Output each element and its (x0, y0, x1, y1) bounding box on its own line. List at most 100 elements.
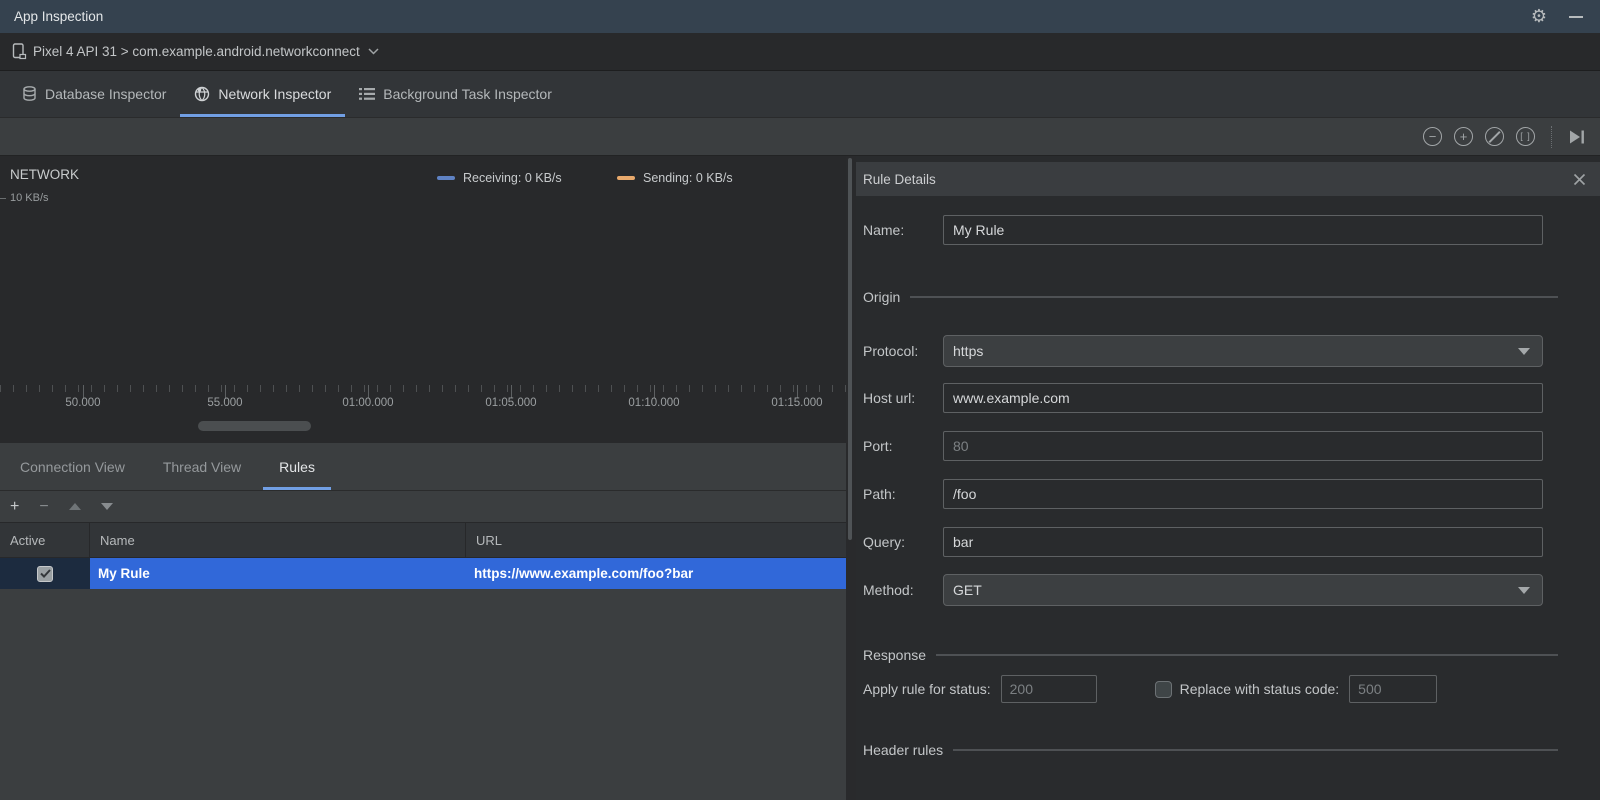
globe-icon (195, 86, 210, 102)
protocol-label: Protocol: (863, 343, 919, 359)
path-row: Path: (863, 478, 1543, 510)
path-field[interactable] (943, 479, 1543, 509)
dropdown-arrow-icon (1518, 586, 1530, 594)
move-down-icon[interactable] (100, 503, 113, 510)
toolbar-separator (1551, 125, 1552, 148)
tab-label: Connection View (20, 458, 125, 475)
close-icon[interactable] (1573, 173, 1586, 186)
tab-thread-view[interactable]: Thread View (147, 443, 257, 490)
jump-to-live-icon[interactable] (1568, 129, 1586, 145)
device-process-selector[interactable]: Pixel 4 API 31 > com.example.android.net… (0, 33, 1600, 71)
tick-label: 01:00.000 (342, 397, 394, 409)
selected-method: GET (953, 582, 982, 598)
query-field[interactable] (943, 527, 1543, 557)
minimize-icon[interactable] (1569, 15, 1583, 18)
legend-sending: Sending: 0 KB/s (617, 171, 733, 185)
apply-status-field[interactable] (1000, 675, 1097, 703)
tab-label: Rules (279, 458, 315, 475)
name-label: Name: (863, 222, 905, 238)
tab-label: Database Inspector (45, 86, 167, 102)
tab-label: Network Inspector (218, 86, 332, 102)
rule-details-panel: Rule Details Name: Origin Protocol: http… (856, 156, 1600, 800)
sending-color-swatch (617, 176, 635, 180)
name-field[interactable] (943, 215, 1543, 245)
panel-title: Rule Details (863, 171, 936, 187)
table-header: Active Name URL (0, 522, 846, 558)
host-row: Host url: (863, 382, 1543, 414)
port-field[interactable] (943, 431, 1543, 461)
replace-status-checkbox[interactable] (1154, 680, 1172, 698)
timeline-minor-ticks (0, 385, 846, 392)
tab-network-inspector[interactable]: Network Inspector (180, 71, 346, 117)
chevron-down-icon (368, 48, 379, 55)
inspector-tab-bar: Database Inspector Network Inspector Bac… (0, 71, 1600, 117)
device-process-label: Pixel 4 API 31 > com.example.android.net… (33, 44, 360, 59)
add-rule-icon[interactable]: + (10, 498, 19, 515)
tab-database-inspector[interactable]: Database Inspector (8, 71, 180, 117)
path-label: Path: (863, 486, 896, 502)
receiving-color-swatch (437, 176, 455, 180)
protocol-row: Protocol: https (863, 335, 1543, 367)
response-status-row: Apply rule for status: Replace with stat… (863, 674, 1438, 704)
method-label: Method: (863, 582, 914, 598)
active-checkbox[interactable] (37, 565, 53, 582)
tick-label: 55.000 (207, 397, 243, 409)
query-row: Query: (863, 526, 1543, 558)
rule-url-cell: https://www.example.com/foo?bar (466, 558, 846, 589)
column-header-active[interactable]: Active (0, 523, 90, 557)
task-list-icon (359, 88, 376, 100)
section-title: Origin (863, 289, 901, 305)
network-chart[interactable]: NETWORK 10 KB/s Receiving: 0 KB/s Sendin… (0, 156, 846, 443)
legend-label: Receiving: 0 KB/s (463, 171, 562, 185)
gear-icon[interactable]: ⚙ (1531, 6, 1547, 27)
protocol-dropdown[interactable]: https (943, 335, 1543, 367)
legend-label: Sending: 0 KB/s (643, 171, 733, 185)
column-header-url[interactable]: URL (466, 523, 846, 557)
replace-status-field[interactable] (1349, 675, 1438, 703)
column-header-name[interactable]: Name (90, 523, 466, 557)
checkmark-icon (39, 569, 51, 578)
section-title: Header rules (863, 742, 944, 758)
tab-rules[interactable]: Rules (263, 443, 331, 490)
origin-section-header: Origin (863, 287, 1558, 307)
reset-zoom-icon[interactable] (1485, 127, 1504, 146)
legend-receiving: Receiving: 0 KB/s (437, 171, 562, 185)
view-tab-bar: Connection View Thread View Rules (0, 443, 846, 490)
move-up-icon[interactable] (68, 503, 81, 510)
zoom-out-icon[interactable]: − (1423, 127, 1442, 146)
tab-connection-view[interactable]: Connection View (4, 443, 141, 490)
replace-status-label: Replace with status code: (1179, 681, 1340, 697)
rules-toolbar: + − (0, 490, 846, 522)
section-divider (936, 654, 1558, 656)
vertical-scrollbar[interactable] (848, 158, 852, 540)
tick-label: 50.000 (65, 397, 101, 409)
timeline-scrollbar[interactable] (198, 421, 311, 431)
y-axis-tick (0, 198, 6, 199)
tab-label: Background Task Inspector (383, 86, 552, 102)
zoom-to-selection-icon[interactable]: [ ] (1516, 127, 1535, 146)
tick-label: 01:15.000 (771, 397, 823, 409)
section-divider (953, 749, 1558, 751)
section-divider (910, 296, 1558, 298)
zoom-in-icon[interactable]: + (1454, 127, 1473, 146)
window-titlebar: App Inspection ⚙ (0, 0, 1600, 33)
host-url-field[interactable] (943, 383, 1543, 413)
tab-background-task-inspector[interactable]: Background Task Inspector (345, 71, 566, 117)
apply-rule-label: Apply rule for status: (863, 681, 991, 697)
window-title: App Inspection (14, 9, 104, 24)
response-section-header: Response (863, 645, 1558, 665)
query-label: Query: (863, 534, 906, 550)
network-inspector-panel: NETWORK 10 KB/s Receiving: 0 KB/s Sendin… (0, 156, 846, 800)
header-rules-section-header: Header rules (863, 740, 1558, 760)
panel-divider[interactable] (846, 156, 856, 800)
method-dropdown[interactable]: GET (943, 574, 1543, 606)
rule-details-header: Rule Details (856, 162, 1600, 196)
tick-label: 01:10.000 (628, 397, 680, 409)
database-icon (23, 86, 36, 101)
remove-rule-icon[interactable]: − (39, 498, 48, 515)
section-title: Response (863, 647, 927, 663)
port-row: Port: (863, 430, 1543, 462)
table-row[interactable]: My Rule https://www.example.com/foo?bar (0, 558, 846, 589)
active-cell (0, 558, 90, 589)
method-row: Method: GET (863, 574, 1543, 606)
